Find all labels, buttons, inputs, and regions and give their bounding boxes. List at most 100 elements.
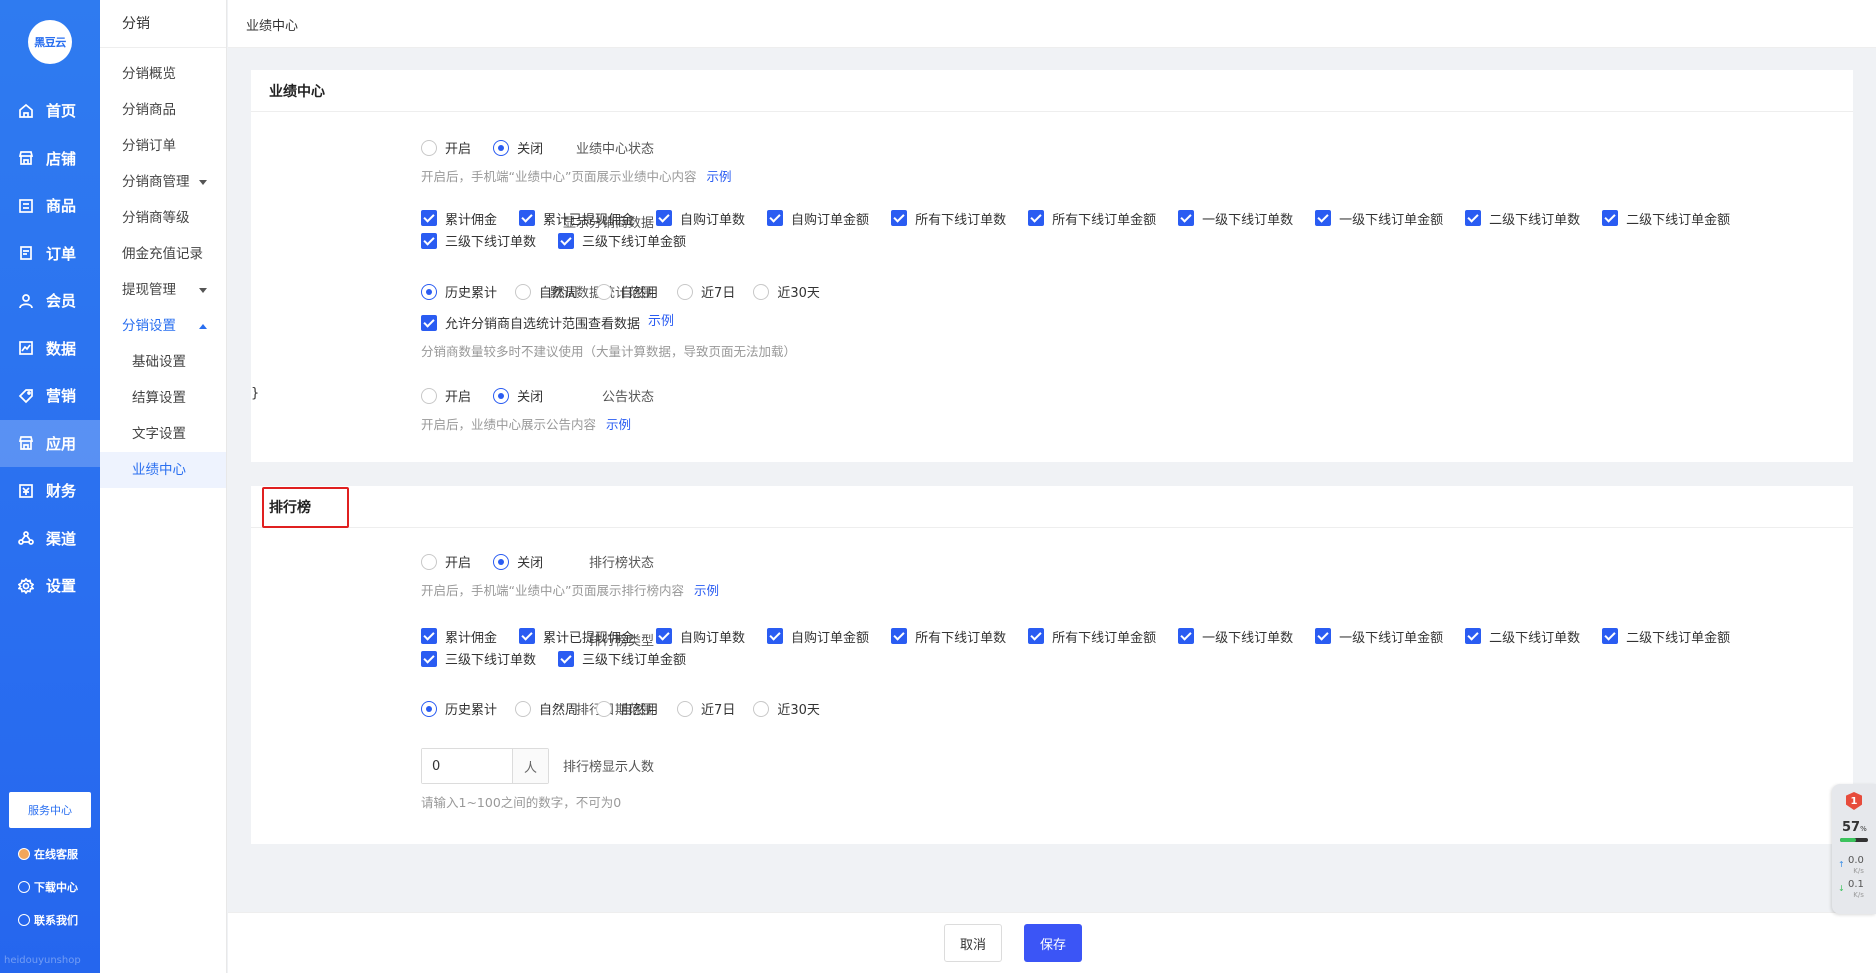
sidebar-item-levels[interactable]: 分销商等级 bbox=[100, 200, 226, 236]
nav-item-data[interactable]: 数据 bbox=[0, 325, 100, 373]
radio-option[interactable]: 自然周 bbox=[515, 699, 578, 718]
checkbox-option[interactable]: 三级下线订单金额 bbox=[558, 232, 686, 250]
checkbox-option[interactable]: 累计已提现佣金 bbox=[519, 210, 634, 228]
checkbox-box bbox=[656, 210, 673, 226]
radio-label: 自然月 bbox=[620, 286, 660, 301]
app-logo[interactable]: 黑豆云 bbox=[28, 20, 72, 64]
sidebar-item-performance[interactable]: 业绩中心 bbox=[100, 452, 226, 488]
radio-circle bbox=[596, 283, 613, 300]
radio-circle bbox=[677, 283, 694, 300]
checkbox-option[interactable]: 二级下线订单数 bbox=[1465, 628, 1580, 646]
checkbox-label: 允许分销商自选统计范围查看数据 bbox=[445, 317, 641, 332]
example-link[interactable]: 示例 bbox=[606, 417, 631, 432]
nav-item-settings[interactable]: 设置 bbox=[0, 562, 100, 610]
upload-speed: ↑ 0.0 K/s bbox=[1838, 856, 1864, 876]
sidebar-item-withdraw[interactable]: 提现管理 bbox=[100, 272, 226, 308]
checkbox-option[interactable]: 一级下线订单数 bbox=[1178, 210, 1293, 228]
nav-item-store[interactable]: 店铺 bbox=[0, 135, 100, 183]
checkbox-box bbox=[1315, 628, 1332, 644]
link-label: 下载中心 bbox=[34, 881, 78, 894]
checkbox-option[interactable]: 所有下线订单数 bbox=[891, 210, 1007, 228]
checkbox-option[interactable]: 所有下线订单金额 bbox=[1028, 628, 1156, 646]
checkbox-option[interactable]: 自购订单金额 bbox=[767, 210, 869, 228]
nav-item-home[interactable]: 首页 bbox=[0, 87, 100, 135]
service-center-button[interactable]: 服务中心 bbox=[9, 792, 91, 828]
memory-bar bbox=[1840, 838, 1868, 842]
checkbox-option[interactable]: 一级下线订单数 bbox=[1178, 628, 1293, 646]
example-link[interactable]: 示例 bbox=[706, 169, 731, 184]
allow-custom-range-checkbox[interactable]: 允许分销商自选统计范围查看数据 bbox=[421, 314, 641, 332]
radio-off[interactable]: 关闭 bbox=[493, 138, 543, 157]
nav-item-channel[interactable]: 渠道 bbox=[0, 515, 100, 563]
nav-item-app[interactable]: 应用 bbox=[0, 419, 100, 467]
radio-on[interactable]: 开启 bbox=[421, 386, 471, 405]
goods-icon bbox=[18, 198, 34, 214]
home-icon bbox=[18, 103, 34, 119]
checkbox-option[interactable]: 二级下线订单金额 bbox=[1602, 628, 1730, 646]
cancel-button[interactable]: 取消 bbox=[944, 924, 1002, 962]
nav-label: 营销 bbox=[46, 387, 77, 406]
radio-option[interactable]: 历史累计 bbox=[421, 282, 497, 301]
checkbox-option[interactable]: 自购订单数 bbox=[656, 628, 745, 646]
breadcrumb: 业绩中心 bbox=[246, 19, 299, 34]
radio-circle bbox=[753, 700, 770, 717]
radio-option[interactable]: 近30天 bbox=[753, 699, 820, 718]
checkbox-option[interactable]: 自购订单金额 bbox=[767, 628, 869, 646]
nav-item-marketing[interactable]: 营销 bbox=[0, 372, 100, 420]
radio-option[interactable]: 自然月 bbox=[596, 699, 659, 718]
contact-us-link[interactable]: 联系我们 bbox=[18, 912, 78, 928]
checkbox-option[interactable]: 三级下线订单金额 bbox=[558, 650, 686, 668]
save-button[interactable]: 保存 bbox=[1024, 924, 1082, 962]
radio-off[interactable]: 关闭 bbox=[493, 552, 543, 571]
system-monitor-widget[interactable]: 1 57% ↑ 0.0 K/s ↓ 0.1 K/s bbox=[1832, 784, 1876, 914]
download-center-link[interactable]: 下载中心 bbox=[18, 879, 78, 895]
example-link[interactable]: 示例 bbox=[694, 583, 719, 598]
radio-off[interactable]: 关闭 bbox=[493, 386, 543, 405]
radio-option[interactable]: 历史累计 bbox=[421, 699, 497, 718]
sidebar-item-distributor-manage[interactable]: 分销商管理 bbox=[100, 164, 226, 200]
checkbox-option[interactable]: 三级下线订单数 bbox=[421, 650, 536, 668]
radio-label: 关闭 bbox=[517, 142, 544, 157]
radio-on[interactable]: 开启 bbox=[421, 552, 471, 571]
radio-option[interactable]: 近7日 bbox=[677, 699, 735, 718]
checkbox-option[interactable]: 一级下线订单金额 bbox=[1315, 628, 1443, 646]
ranking-card: 排行榜 排行榜状态 开启 关闭 开启后，手机端“业绩中心”页面展示排行榜内容 示例… bbox=[251, 486, 1853, 844]
sidebar-item-goods[interactable]: 分销商品 bbox=[100, 92, 226, 128]
checkbox-option[interactable]: 所有下线订单数 bbox=[891, 628, 1006, 646]
nav-item-member[interactable]: 会员 bbox=[0, 277, 100, 325]
checkbox-option[interactable]: 一级下线订单金额 bbox=[1315, 210, 1443, 228]
count-input[interactable] bbox=[422, 749, 512, 783]
sidebar-item-settlement[interactable]: 结算设置 bbox=[100, 380, 226, 416]
radio-option[interactable]: 近7日 bbox=[677, 282, 735, 301]
radio-on[interactable]: 开启 bbox=[421, 138, 471, 157]
checkbox-option[interactable]: 二级下线订单数 bbox=[1465, 210, 1580, 228]
online-service-link[interactable]: 在线客服 bbox=[18, 846, 78, 862]
hint-text: 开启后，业绩中心展示公告内容 示例 bbox=[421, 414, 1821, 433]
nav-item-order[interactable]: 订单 bbox=[0, 230, 100, 278]
nav-item-finance[interactable]: 财务 bbox=[0, 467, 100, 515]
checkbox-option[interactable]: 累计已提现佣金 bbox=[519, 628, 634, 646]
checkbox-option[interactable]: 三级下线订单数 bbox=[421, 232, 537, 250]
radio-option[interactable]: 自然周 bbox=[515, 282, 578, 301]
tag-icon bbox=[18, 388, 34, 404]
checkbox-label: 所有下线订单数 bbox=[915, 212, 1007, 228]
radio-label: 近7日 bbox=[701, 286, 736, 301]
radio-option[interactable]: 自然月 bbox=[596, 282, 659, 301]
checkbox-box bbox=[421, 232, 437, 249]
checkbox-option[interactable]: 累计佣金 bbox=[421, 628, 497, 646]
checkbox-option[interactable]: 所有下线订单金额 bbox=[1028, 210, 1156, 228]
hint-label: 开启后，手机端“业绩中心”页面展示业绩中心内容 bbox=[421, 168, 697, 184]
sidebar-item-overview[interactable]: 分销概览 bbox=[100, 56, 226, 92]
checkbox-option[interactable]: 累计佣金 bbox=[421, 210, 497, 228]
sidebar-item-text[interactable]: 文字设置 bbox=[100, 416, 226, 452]
sidebar-item-recharge[interactable]: 佣金充值记录 bbox=[100, 236, 226, 272]
sidebar-item-orders[interactable]: 分销订单 bbox=[100, 128, 226, 164]
example-link[interactable]: 示例 bbox=[648, 314, 674, 329]
sidebar-item-settings[interactable]: 分销设置 bbox=[100, 308, 226, 344]
checkbox-option[interactable]: 自购订单数 bbox=[656, 210, 745, 228]
radio-option[interactable]: 近30天 bbox=[753, 282, 820, 301]
checkbox-label: 三级下线订单数 bbox=[445, 235, 537, 250]
checkbox-option[interactable]: 二级下线订单金额 bbox=[1602, 210, 1730, 228]
nav-item-goods[interactable]: 商品 bbox=[0, 182, 100, 230]
sidebar-item-basic[interactable]: 基础设置 bbox=[100, 344, 226, 380]
